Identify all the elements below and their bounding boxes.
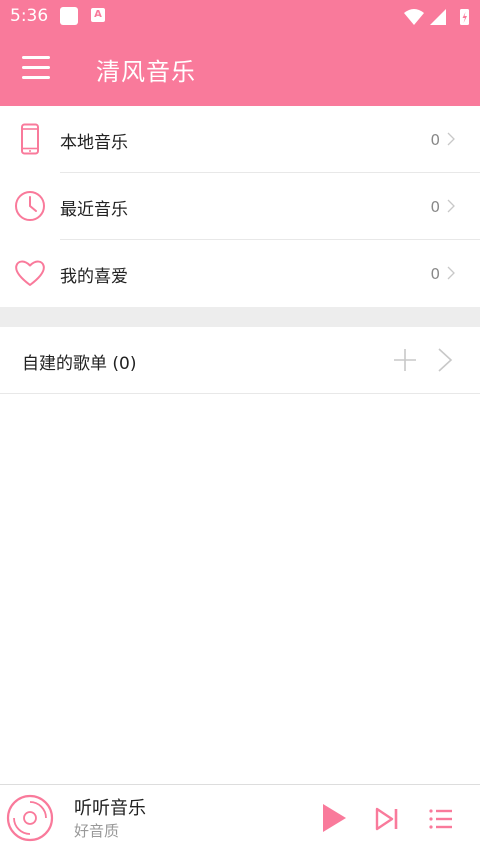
add-playlist-icon[interactable] <box>392 347 418 373</box>
album-disc-icon <box>6 794 54 842</box>
system-status-icons <box>404 9 469 25</box>
list-item-favorites[interactable]: 我的喜爱 0 <box>0 240 480 307</box>
list-item-count: 0 <box>430 131 440 149</box>
hamburger-menu-icon[interactable] <box>22 56 52 82</box>
track-subtitle: 好音质 <box>74 822 120 840</box>
list-item-label: 本地音乐 <box>60 133 128 153</box>
custom-playlists-row[interactable]: 自建的歌单 (0) <box>0 327 480 394</box>
wifi-icon <box>404 9 424 25</box>
app-title: 清风音乐 <box>96 58 196 86</box>
list-item-label: 我的喜爱 <box>60 267 128 287</box>
list-item-label: 最近音乐 <box>60 200 128 220</box>
list-item-count: 0 <box>430 265 440 283</box>
skip-next-icon[interactable] <box>374 806 400 832</box>
heart-icon <box>15 260 45 286</box>
signal-icon <box>430 9 446 25</box>
notification-icon <box>60 7 78 25</box>
status-time: 5:36 <box>10 6 49 26</box>
playlist-queue-icon[interactable] <box>428 806 454 832</box>
chevron-right-icon[interactable] <box>436 347 454 373</box>
custom-playlists-label: 自建的歌单 (0) <box>22 354 137 374</box>
clock-icon <box>15 191 45 221</box>
status-bar: 5:36 A <box>0 0 480 34</box>
chevron-right-icon <box>447 132 455 146</box>
phone-icon <box>21 123 39 155</box>
play-icon[interactable] <box>320 802 348 834</box>
chevron-right-icon <box>447 266 455 280</box>
list-item-count: 0 <box>430 198 440 216</box>
app-notification-icon: A <box>91 8 105 22</box>
mini-player[interactable]: 听听音乐 好音质 <box>0 784 480 853</box>
chevron-right-icon <box>447 199 455 213</box>
list-item-local-music[interactable]: 本地音乐 0 <box>0 106 480 173</box>
music-category-list: 本地音乐 0 最近音乐 0 我的喜爱 0 <box>0 106 480 307</box>
app-bar: 清风音乐 <box>0 34 480 106</box>
track-title: 听听音乐 <box>74 798 146 819</box>
section-separator <box>0 307 480 327</box>
list-item-recent-music[interactable]: 最近音乐 0 <box>0 173 480 240</box>
